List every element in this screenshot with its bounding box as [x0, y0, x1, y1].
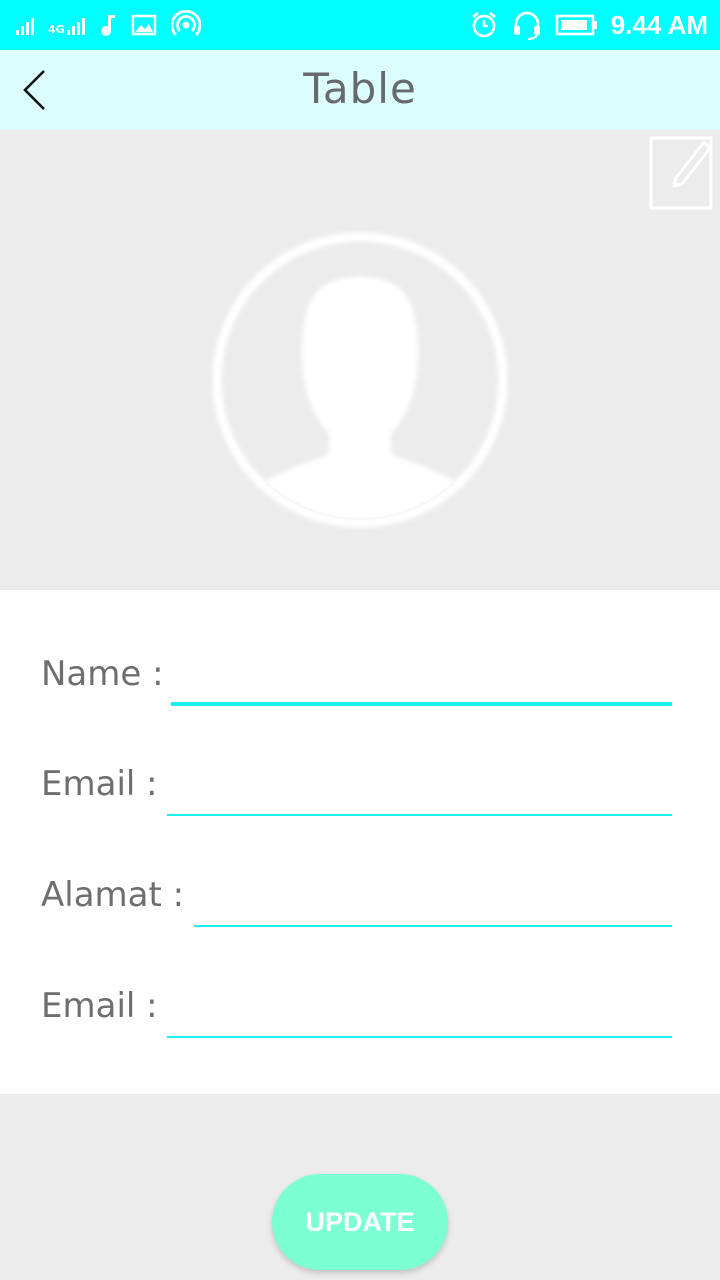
profile-form: Name : Email : Alamat : Email : — [0, 590, 720, 1094]
signal-icon — [16, 15, 34, 35]
email-field-2[interactable] — [167, 994, 672, 1038]
user-avatar-icon[interactable] — [210, 230, 510, 530]
hotspot-icon — [170, 10, 201, 36]
email-field[interactable] — [167, 772, 672, 816]
name-label: Name : — [41, 654, 164, 694]
battery-icon — [555, 14, 597, 36]
name-field[interactable] — [171, 662, 672, 706]
music-icon — [100, 15, 115, 36]
headset-icon — [513, 11, 540, 41]
status-time: 9.44 AM — [610, 9, 708, 40]
alarm-icon — [471, 11, 496, 38]
update-button[interactable]: UPDATE — [272, 1174, 448, 1270]
edit-icon — [649, 136, 713, 210]
alamat-label: Alamat : — [41, 875, 185, 915]
status-bar-left: 4G — [16, 10, 201, 40]
profile-header — [0, 130, 720, 590]
network-type-label: 4G — [48, 23, 65, 36]
image-icon — [131, 14, 156, 36]
app-bar: Table — [0, 50, 720, 130]
4g-signal-icon: 4G — [48, 15, 85, 35]
status-bar-right: 9.44 AM — [469, 9, 708, 41]
email-label: Email : — [41, 764, 158, 804]
edit-button[interactable] — [646, 130, 714, 212]
page-title: Table — [303, 64, 417, 113]
email-label-2: Email : — [41, 986, 158, 1026]
status-bar: 4G 9.44 AM — [0, 0, 720, 50]
alamat-field[interactable] — [194, 883, 672, 927]
